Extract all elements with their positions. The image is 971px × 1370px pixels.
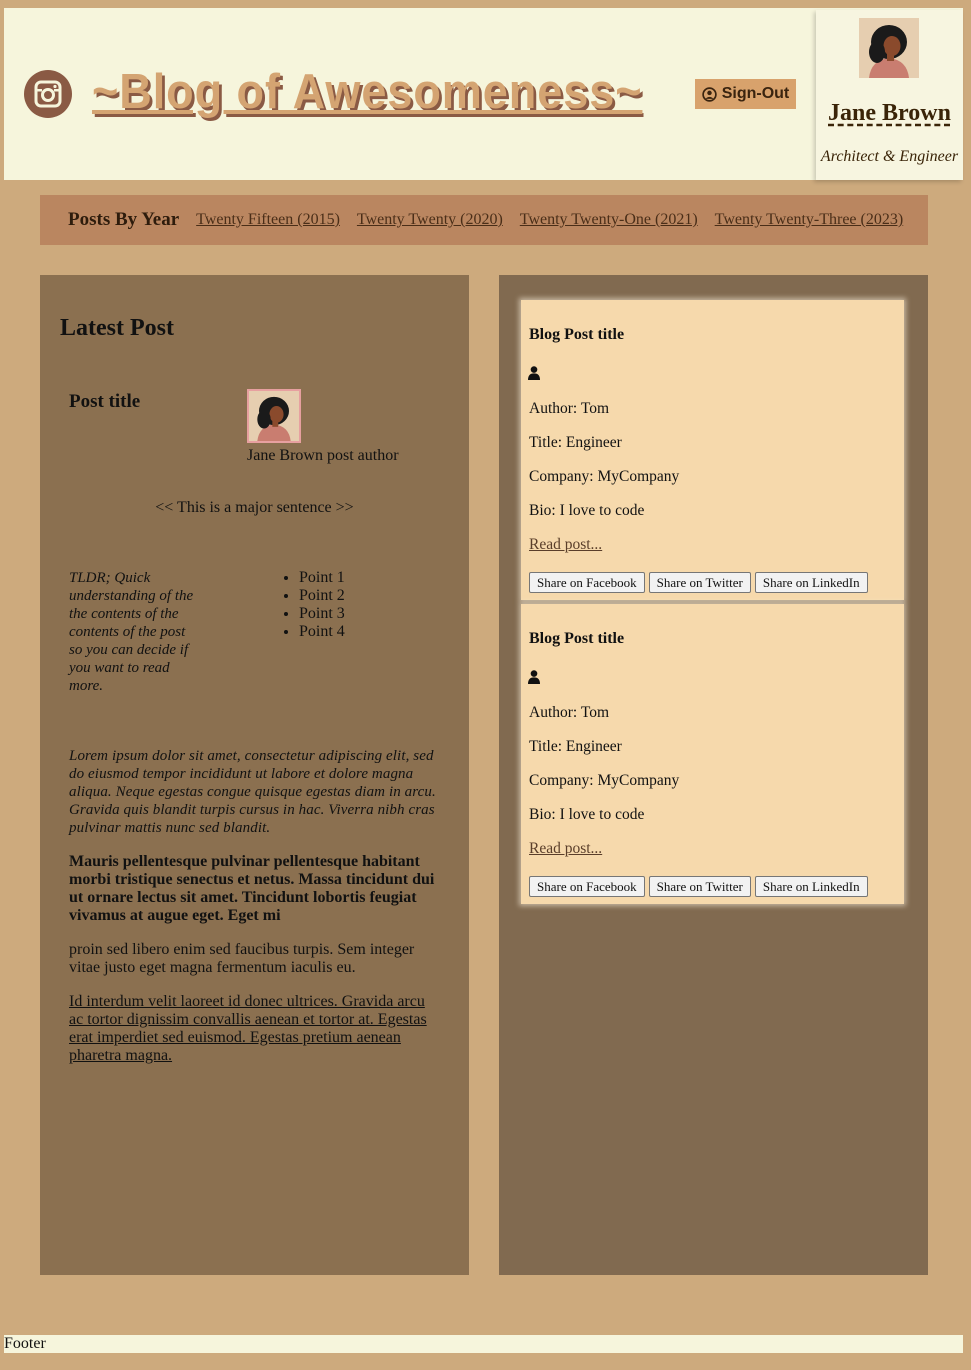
list-item: Point 4 <box>299 623 345 641</box>
nav-link-2020[interactable]: Twenty Twenty (2020) <box>357 211 503 229</box>
blog-cards-panel: Blog Post title Author: Tom Title: Engin… <box>499 275 928 1275</box>
profile-role: Architect & Engineer <box>820 148 959 165</box>
share-buttons: Share on Facebook Share on Twitter Share… <box>529 572 868 593</box>
user-icon <box>528 670 540 689</box>
list-item: Point 2 <box>299 587 345 605</box>
site-title-link[interactable]: ~Blog of Awesomeness~ <box>92 64 642 120</box>
card-author: Author: Tom <box>529 704 610 721</box>
author-avatar <box>247 389 301 443</box>
nav-link-2015[interactable]: Twenty Fifteen (2015) <box>196 211 340 229</box>
latest-post-panel: Latest Post Post title Jane Brown post a… <box>40 275 469 1275</box>
profile-name[interactable]: Jane Brown <box>816 100 963 127</box>
nav-link-2021[interactable]: Twenty Twenty-One (2021) <box>520 211 698 229</box>
card-job-title: Title: Engineer <box>529 434 622 451</box>
latest-post-heading: Latest Post <box>60 315 174 341</box>
share-buttons: Share on Facebook Share on Twitter Share… <box>529 876 868 897</box>
paragraph-link[interactable]: Id interdum velit laoreet id donec ultri… <box>69 993 439 1065</box>
nav-title: Posts By Year <box>68 209 180 230</box>
card-company: Company: MyCompany <box>529 772 680 789</box>
card-company: Company: MyCompany <box>529 468 680 485</box>
author-caption: Jane Brown post author <box>247 447 399 464</box>
share-twitter-button[interactable]: Share on Twitter <box>648 876 751 897</box>
card-author: Author: Tom <box>529 400 610 417</box>
card-bio: Bio: I love to code <box>529 806 645 823</box>
user-icon <box>528 366 540 385</box>
share-twitter-button[interactable]: Share on Twitter <box>648 572 751 593</box>
share-linkedin-button[interactable]: Share on LinkedIn <box>754 572 868 593</box>
user-circle-icon <box>701 86 717 102</box>
tldr-text: TLDR; Quick understanding of the the con… <box>69 570 194 694</box>
profile-avatar <box>859 18 919 78</box>
share-facebook-button[interactable]: Share on Facebook <box>529 572 645 593</box>
list-item: Point 1 <box>299 569 345 587</box>
paragraph-bold: Mauris pellentesque pulvinar pellentesqu… <box>69 853 435 924</box>
site-footer: Footer <box>4 1335 963 1353</box>
card-title: Blog Post title <box>529 630 625 647</box>
paragraph-plain: proin sed libero enim sed faucibus turpi… <box>69 941 415 976</box>
share-facebook-button[interactable]: Share on Facebook <box>529 876 645 897</box>
card-job-title: Title: Engineer <box>529 738 622 755</box>
list-item: Point 3 <box>299 605 345 623</box>
card-bio: Bio: I love to code <box>529 502 645 519</box>
posts-by-year-nav: Posts By Year Twenty Fifteen (2015) Twen… <box>40 195 928 245</box>
paragraph-italic: Lorem ipsum dolor sit amet, consectetur … <box>69 748 436 836</box>
read-post-link[interactable]: Read post... <box>529 840 602 858</box>
major-sentence: << This is a major sentence >> <box>155 499 354 516</box>
instagram-icon[interactable] <box>24 70 72 118</box>
post-title: Post title <box>69 391 141 412</box>
share-linkedin-button[interactable]: Share on LinkedIn <box>754 876 868 897</box>
sign-out-label: Sign-Out <box>721 85 790 102</box>
blog-card: Blog Post title Author: Tom Title: Engin… <box>521 604 904 904</box>
card-title: Blog Post title <box>529 326 625 343</box>
blog-card: Blog Post title Author: Tom Title: Engin… <box>521 300 904 600</box>
nav-link-2023[interactable]: Twenty Twenty-Three (2023) <box>715 211 904 229</box>
site-header: ~Blog of Awesomeness~ Sign-Out Jane Brow… <box>4 8 963 180</box>
sign-out-button[interactable]: Sign-Out <box>695 79 796 109</box>
points-list: Point 1 Point 2 Point 3 Point 4 <box>299 569 345 641</box>
profile-card: Jane Brown Architect & Engineer <box>816 10 963 180</box>
read-post-link[interactable]: Read post... <box>529 536 602 554</box>
